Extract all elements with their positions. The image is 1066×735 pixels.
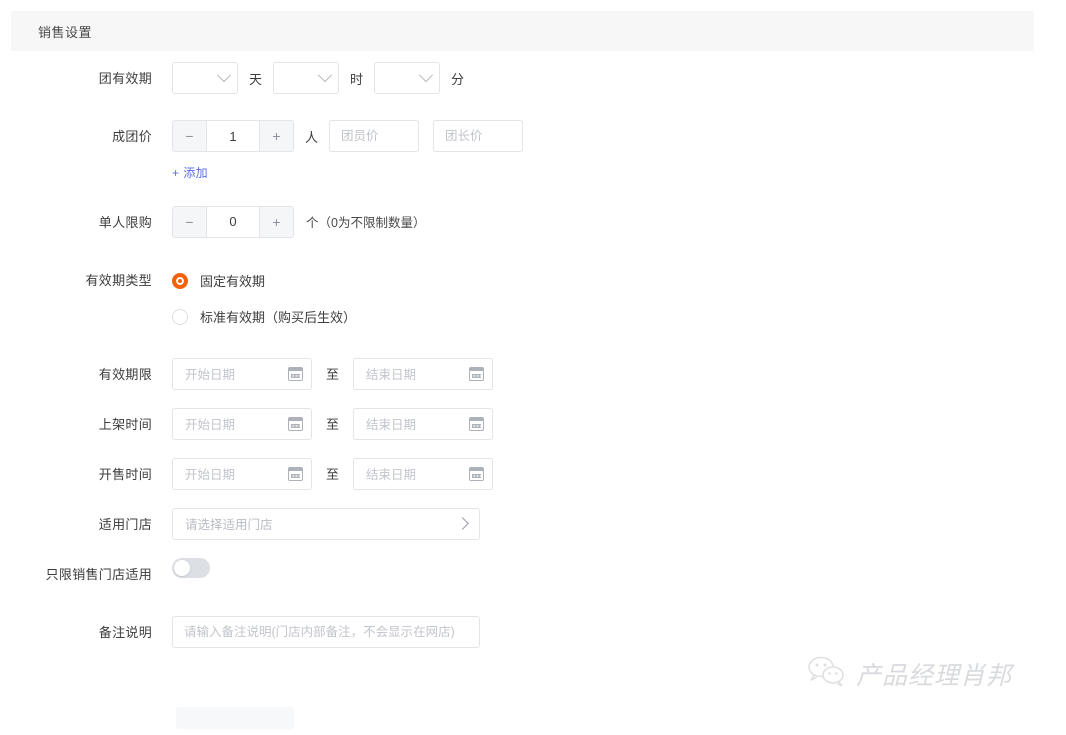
row-sale-time: 开售时间 开始日期 至 结束日期 <box>0 457 1066 492</box>
calendar-icon <box>288 366 303 381</box>
validity-type-radio-group: 固定有效期 标准有效期（购买后生效） <box>172 264 356 334</box>
watermark-text: 产品经理肖邦 <box>856 660 1013 690</box>
remark-input[interactable] <box>172 615 480 648</box>
radio-selected-icon <box>172 272 188 289</box>
validity-period-end-date[interactable]: 结束日期 <box>353 357 494 390</box>
calendar-icon <box>288 466 303 481</box>
stepper-decrement-button[interactable]: − <box>173 121 207 151</box>
select-validity-hours[interactable] <box>273 62 340 94</box>
calendar-icon <box>469 416 485 431</box>
store-picker-placeholder: 请选择适用门店 <box>185 518 273 532</box>
section-header: 销售设置 <box>11 11 1034 51</box>
row-group-price: 成团价 − 1 + 人 <box>0 120 1066 154</box>
unit-day: 天 <box>249 71 263 87</box>
row-applicable-store: 适用门店 请选择适用门店 <box>0 507 1066 542</box>
row-shelf-time: 上架时间 开始日期 至 结束日期 <box>0 407 1066 442</box>
applicable-store-picker[interactable]: 请选择适用门店 <box>172 507 480 540</box>
sales-settings-form: 团有效期 天 时 分 成团价 − 1 + 人 团员价 团长价 + 添加 单人限购… <box>0 62 1066 650</box>
watermark: 产品经理肖邦 <box>806 655 1012 692</box>
field-validity-type: 固定有效期 标准有效期（购买后生效） <box>172 264 356 334</box>
label-validity-type: 有效期类型 <box>85 272 152 288</box>
label-validity-period: 有效期限 <box>98 366 152 382</box>
purchase-limit-hint: 个（0为不限制数量） <box>306 216 426 230</box>
unit-hour: 时 <box>350 71 364 87</box>
cut-off-element <box>176 707 294 729</box>
row-purchase-limit: 单人限购 − 0 + 个（0为不限制数量） <box>0 205 1066 240</box>
label-sale-time: 开售时间 <box>98 466 152 482</box>
stepper-increment-button[interactable]: + <box>259 206 293 237</box>
section-title: 销售设置 <box>38 24 93 40</box>
member-price-input[interactable] <box>329 120 420 152</box>
field-sales-store-only <box>172 557 210 578</box>
toggle-knob <box>174 559 190 576</box>
sales-store-only-toggle[interactable] <box>172 557 210 578</box>
leader-price-input[interactable] <box>433 120 524 152</box>
date-range-separator: 至 <box>326 367 340 382</box>
unit-minute: 分 <box>451 71 465 87</box>
radio-unselected-icon <box>172 308 188 325</box>
date-range-separator: 至 <box>326 467 340 482</box>
stepper-increment-button[interactable]: + <box>259 121 293 151</box>
shelf-time-end-date[interactable]: 结束日期 <box>353 407 494 440</box>
sale-time-end-date[interactable]: 结束日期 <box>353 457 494 490</box>
date-placeholder: 开始日期 <box>185 368 236 382</box>
radio-option-fixed-validity[interactable]: 固定有效期 <box>172 264 356 298</box>
chevron-down-icon <box>216 68 232 83</box>
label-remark: 备注说明 <box>98 624 152 640</box>
field-validity-period: 开始日期 至 结束日期 <box>172 357 494 390</box>
validity-period-start-date[interactable]: 开始日期 <box>172 357 312 390</box>
stepper-value[interactable]: 1 <box>207 121 259 151</box>
chevron-right-icon <box>456 517 469 530</box>
chevron-down-icon <box>418 68 434 83</box>
row-group-validity: 团有效期 天 时 分 <box>0 62 1066 96</box>
field-remark <box>172 615 480 648</box>
calendar-icon <box>469 366 485 381</box>
shelf-time-start-date[interactable]: 开始日期 <box>172 407 312 440</box>
chevron-down-icon <box>317 68 333 83</box>
plus-icon: + <box>172 165 180 180</box>
date-placeholder: 结束日期 <box>366 368 417 382</box>
label-group-validity: 团有效期 <box>98 71 152 86</box>
stepper-value[interactable]: 0 <box>207 206 259 237</box>
date-placeholder: 开始日期 <box>185 418 236 432</box>
field-purchase-limit: − 0 + 个（0为不限制数量） <box>172 205 426 238</box>
field-applicable-store: 请选择适用门店 <box>172 507 480 540</box>
unit-people: 人 <box>305 129 319 145</box>
label-sales-store-only: 只限销售门店适用 <box>45 566 152 582</box>
field-shelf-time: 开始日期 至 结束日期 <box>172 407 494 440</box>
purchase-limit-stepper[interactable]: − 0 + <box>172 205 294 238</box>
label-group-price: 成团价 <box>112 129 152 144</box>
stepper-decrement-button[interactable]: − <box>173 206 207 237</box>
add-price-tier-label: 添加 <box>183 166 208 180</box>
row-sales-store-only: 只限销售门店适用 <box>0 557 1066 592</box>
sale-time-start-date[interactable]: 开始日期 <box>172 457 312 490</box>
radio-option-label: 固定有效期 <box>200 274 266 289</box>
calendar-icon <box>288 416 303 431</box>
date-range-separator: 至 <box>326 417 340 432</box>
label-shelf-time: 上架时间 <box>98 416 152 432</box>
label-applicable-store: 适用门店 <box>98 516 152 532</box>
calendar-icon <box>469 466 485 481</box>
group-size-stepper[interactable]: − 1 + <box>172 120 294 152</box>
row-validity-type: 有效期类型 固定有效期 标准有效期（购买后生效） <box>0 264 1066 334</box>
row-remark: 备注说明 <box>0 615 1066 650</box>
wechat-icon <box>806 655 846 692</box>
field-group-price: − 1 + 人 <box>172 120 524 152</box>
radio-option-label: 标准有效期（购买后生效） <box>200 310 357 325</box>
radio-option-standard-validity[interactable]: 标准有效期（购买后生效） <box>172 300 356 334</box>
date-placeholder: 结束日期 <box>366 418 417 432</box>
label-purchase-limit: 单人限购 <box>98 214 152 230</box>
select-validity-days[interactable] <box>172 62 238 94</box>
date-placeholder: 开始日期 <box>185 468 236 482</box>
row-validity-period: 有效期限 开始日期 至 结束日期 <box>0 357 1066 392</box>
select-validity-minutes[interactable] <box>374 62 441 94</box>
add-price-tier-link[interactable]: + 添加 <box>172 164 208 181</box>
date-placeholder: 结束日期 <box>366 468 417 482</box>
field-group-validity: 天 时 分 <box>172 62 475 94</box>
field-sale-time: 开始日期 至 结束日期 <box>172 457 494 490</box>
